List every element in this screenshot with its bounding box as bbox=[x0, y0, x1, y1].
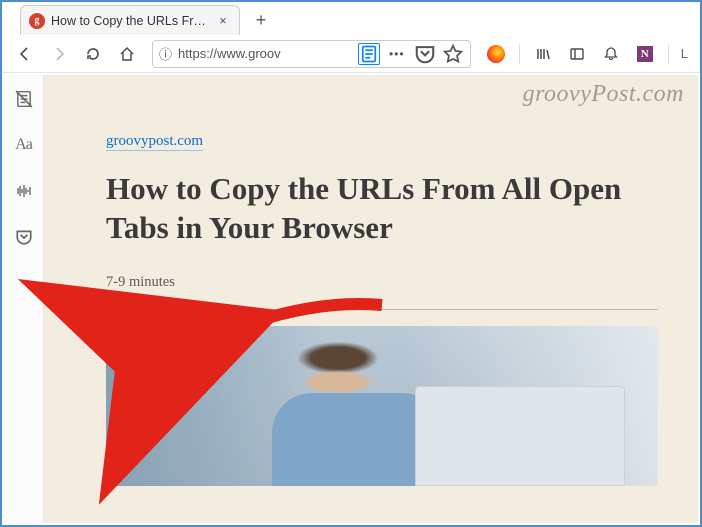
separator bbox=[668, 44, 669, 64]
url-bar[interactable]: ⓘ https://www.groov ••• bbox=[152, 40, 471, 68]
article-domain-link[interactable]: groovypost.com bbox=[106, 133, 203, 151]
article-hero-image bbox=[106, 326, 658, 486]
new-tab-button[interactable]: + bbox=[246, 5, 276, 35]
home-button[interactable] bbox=[112, 39, 142, 69]
reader-sidebar: Aa bbox=[4, 75, 44, 523]
browser-tab[interactable]: g How to Copy the URLs From All Open Tab… bbox=[20, 5, 240, 35]
back-button[interactable] bbox=[10, 39, 40, 69]
favicon-icon: g bbox=[29, 13, 45, 29]
reload-button[interactable] bbox=[78, 39, 108, 69]
site-info-icon[interactable]: ⓘ bbox=[159, 44, 172, 63]
page-actions-icon[interactable]: ••• bbox=[386, 43, 408, 65]
reader-content: groovyPost.com groovypost.com How to Cop… bbox=[44, 75, 698, 523]
sidebar-icon[interactable] bbox=[562, 39, 592, 69]
viewport: Aa groovyPost.com groovypost.com How to … bbox=[4, 75, 698, 523]
close-reader-icon[interactable] bbox=[10, 85, 38, 113]
watermark-text: groovyPost.com bbox=[523, 81, 684, 108]
close-tab-icon[interactable]: × bbox=[215, 13, 231, 29]
reading-time: 7-9 minutes bbox=[106, 274, 658, 291]
firefox-logo-icon[interactable] bbox=[481, 39, 511, 69]
reader-view-icon[interactable] bbox=[358, 43, 380, 65]
article-title: How to Copy the URLs From All Open Tabs … bbox=[106, 170, 658, 248]
tab-title: How to Copy the URLs From All Open Tabs … bbox=[51, 14, 209, 28]
narrate-icon[interactable] bbox=[10, 177, 38, 205]
separator bbox=[519, 44, 520, 64]
tab-strip: g How to Copy the URLs From All Open Tab… bbox=[2, 2, 700, 35]
bookmark-star-icon[interactable] bbox=[442, 43, 464, 65]
divider bbox=[106, 309, 658, 310]
account-icon[interactable]: L bbox=[677, 46, 692, 61]
notifications-icon[interactable] bbox=[596, 39, 626, 69]
forward-button bbox=[44, 39, 74, 69]
save-pocket-icon[interactable] bbox=[10, 223, 38, 251]
type-controls-button[interactable]: Aa bbox=[10, 131, 38, 159]
library-icon[interactable] bbox=[528, 39, 558, 69]
url-text: https://www.groov bbox=[178, 46, 352, 61]
nav-toolbar: ⓘ https://www.groov ••• N L bbox=[2, 35, 700, 73]
pocket-icon[interactable] bbox=[414, 43, 436, 65]
onenote-icon[interactable]: N bbox=[630, 39, 660, 69]
